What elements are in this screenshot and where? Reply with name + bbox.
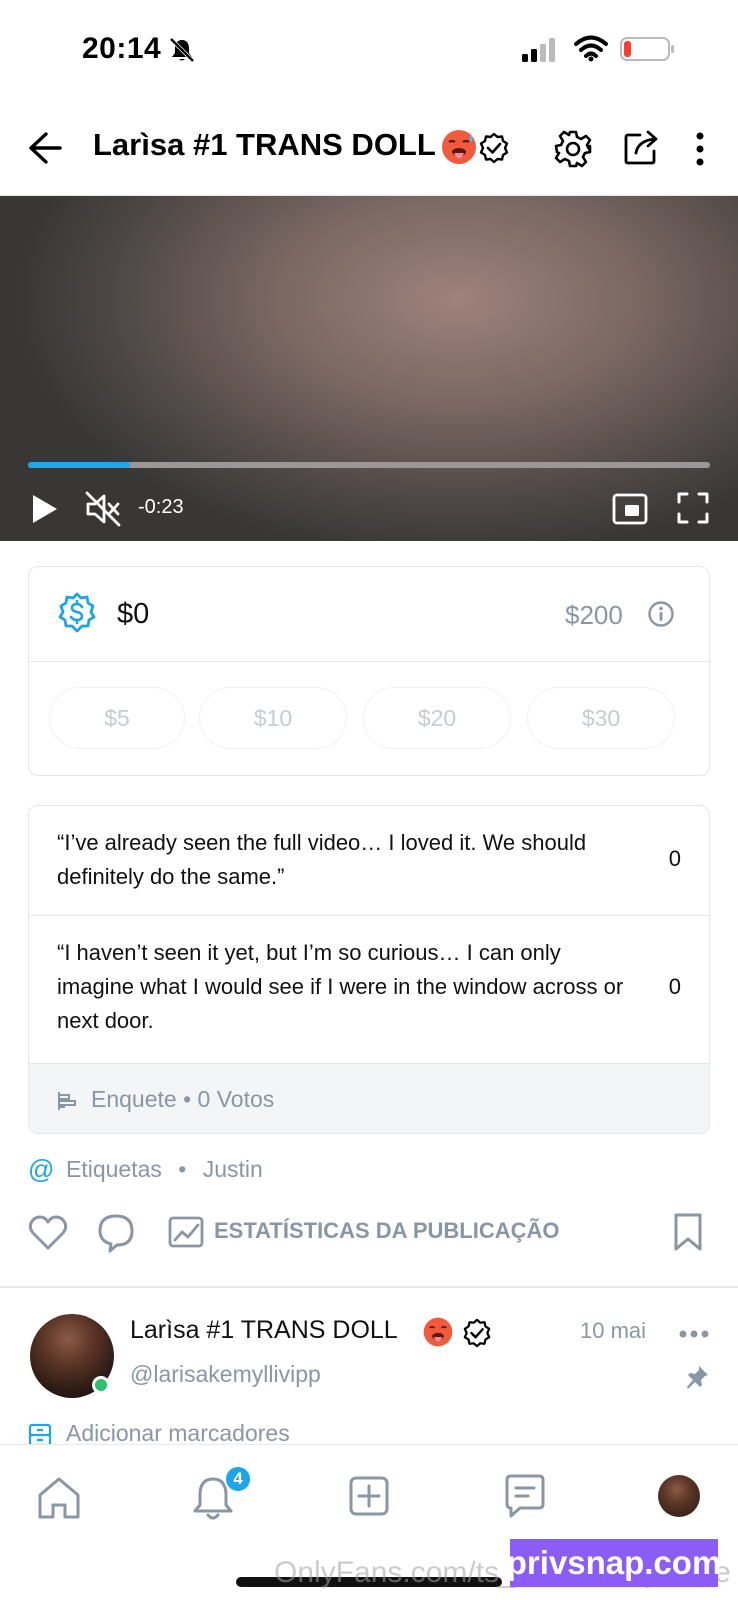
- tip-amount-button[interactable]: $30: [527, 687, 675, 749]
- verified-badge-icon: [479, 132, 509, 164]
- status-time: 20:14: [82, 32, 162, 65]
- comment-bubble-icon[interactable]: [96, 1212, 136, 1254]
- creator-handle[interactable]: @larisakemyllivipp: [130, 1361, 321, 1388]
- picture-in-picture-icon[interactable]: [612, 492, 648, 526]
- post-statistics-button[interactable]: ESTATÍSTICAS DA PUBLICAÇÃO: [214, 1218, 559, 1244]
- poll-option-votes: 0: [668, 974, 681, 999]
- dollar-badge-icon: [58, 592, 96, 633]
- tip-amount-button[interactable]: $5: [49, 687, 185, 749]
- poll-footer: Enquete • 0 Votos: [29, 1064, 709, 1133]
- play-icon[interactable]: [30, 492, 60, 526]
- hot-face-emoji-icon: [423, 1317, 453, 1347]
- tags-label: Etiquetas: [66, 1156, 162, 1182]
- settings-gear-icon[interactable]: [553, 129, 593, 169]
- creator-name[interactable]: Larìsa #1 TRANS DOLL: [130, 1316, 398, 1345]
- post-actions: ESTATÍSTICAS DA PUBLICAÇÃO: [0, 1206, 738, 1276]
- poll-option[interactable]: “I haven’t seen it yet, but I’m so curio…: [29, 916, 709, 1064]
- status-bar: 20:14: [0, 0, 738, 100]
- share-icon[interactable]: [622, 127, 662, 167]
- tip-goal-card: $0 $200 $5 $10 $20 $30: [28, 566, 710, 776]
- poll-option[interactable]: “I’ve already seen the full video… I lov…: [29, 806, 709, 916]
- home-icon[interactable]: [36, 1475, 82, 1521]
- poll-option-votes: 0: [668, 846, 681, 871]
- video-time-remaining: -0:23: [138, 496, 184, 518]
- post-date: 10 mai: [580, 1318, 647, 1343]
- poll-option-text: “I’ve already seen the full video… I lov…: [57, 830, 587, 889]
- video-player[interactable]: -0:23: [0, 196, 738, 541]
- page-title: Larìsa #1 TRANS DOLL: [93, 127, 436, 162]
- tip-goal-summary: $0 $200: [29, 567, 709, 662]
- add-post-icon[interactable]: [348, 1475, 390, 1517]
- poll-vote-summary: Enquete • 0 Votos: [91, 1086, 275, 1112]
- statistics-chart-icon[interactable]: [168, 1214, 204, 1250]
- info-icon[interactable]: [647, 600, 675, 628]
- battery-low-icon: [620, 37, 674, 61]
- cellular-signal-icon: [522, 38, 555, 62]
- add-markers-button[interactable]: Adicionar marcadores: [66, 1420, 290, 1447]
- poll-option-text: “I haven’t seen it yet, but I’m so curio…: [57, 940, 624, 1033]
- tip-amount-button[interactable]: $20: [363, 687, 511, 749]
- post-header: Larìsa #1 TRANS DOLL: [0, 100, 738, 196]
- bell-off-icon: [169, 37, 195, 63]
- online-status-dot: [92, 1376, 110, 1394]
- post-more-options-icon[interactable]: [678, 1328, 710, 1340]
- wifi-icon: [574, 35, 608, 62]
- at-sign-icon: @: [28, 1154, 55, 1184]
- tags-value: Justin: [202, 1156, 263, 1182]
- messages-icon[interactable]: [504, 1473, 546, 1519]
- tip-current-amount: $0: [117, 598, 150, 630]
- bookmark-icon[interactable]: [672, 1212, 704, 1252]
- pin-icon: [687, 1366, 708, 1389]
- hot-face-emoji-icon: [442, 130, 476, 164]
- brand-watermark: privsnap.com: [507, 1539, 721, 1587]
- tags-line: Etiquetas • Justin: [66, 1156, 263, 1183]
- profile-avatar[interactable]: [658, 1475, 700, 1517]
- poll-card: “I’ve already seen the full video… I lov…: [28, 805, 710, 1134]
- verified-badge-icon: [463, 1318, 491, 1348]
- like-heart-icon[interactable]: [28, 1214, 68, 1252]
- video-progress-bar[interactable]: [28, 462, 710, 468]
- muted-speaker-icon[interactable]: [84, 490, 122, 528]
- video-progress-fill: [28, 462, 131, 468]
- post-divider: [0, 1286, 738, 1288]
- more-options-icon[interactable]: [688, 130, 712, 168]
- back-arrow-icon[interactable]: [26, 130, 64, 166]
- notification-count-badge: 4: [224, 1465, 252, 1493]
- poll-bars-icon: [58, 1092, 76, 1110]
- fullscreen-icon[interactable]: [676, 490, 710, 526]
- tip-amount-options: $5 $10 $20 $30: [49, 687, 691, 749]
- tip-amount-button[interactable]: $10: [199, 687, 347, 749]
- tip-goal-amount: $200: [565, 600, 623, 630]
- tags-separator: •: [178, 1156, 187, 1182]
